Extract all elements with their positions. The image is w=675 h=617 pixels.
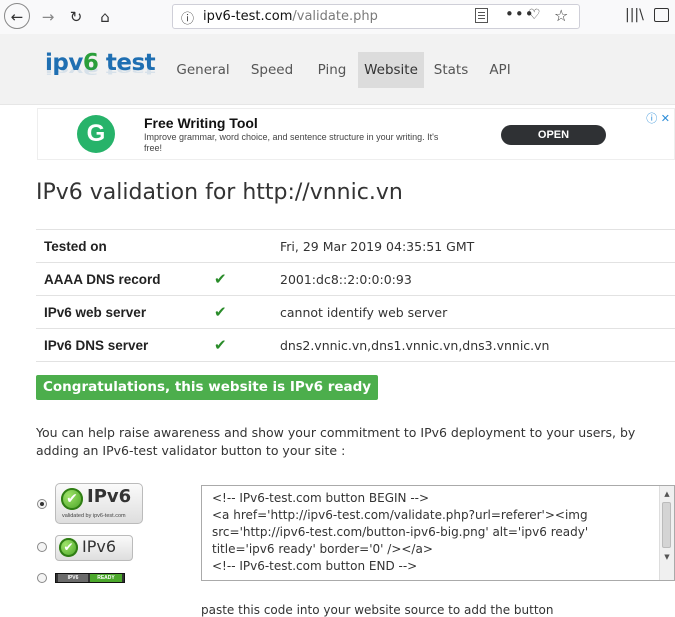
reload-icon[interactable]: ↻ xyxy=(64,5,88,29)
table-row: IPv6 DNS server ✔ dns2.vnnic.vn,dns1.vnn… xyxy=(36,328,675,362)
result-value: dns2.vnnic.vn,dns1.vnnic.vn,dns3.vnnic.v… xyxy=(280,328,675,362)
button-code[interactable]: <!-- IPv6-test.com button BEGIN --> <a h… xyxy=(212,490,652,575)
help-text: You can help raise awareness and show yo… xyxy=(36,425,636,458)
scroll-thumb[interactable] xyxy=(662,502,671,548)
check-icon: ✔ xyxy=(214,295,280,329)
result-label: IPv6 web server xyxy=(36,295,214,329)
result-value: cannot identify web server xyxy=(280,295,675,329)
scroll-up-icon[interactable]: ▲ xyxy=(660,487,674,501)
results-table: Tested on Fri, 29 Mar 2019 04:35:51 GMT … xyxy=(36,229,675,362)
radio-small-button[interactable] xyxy=(37,573,47,583)
scroll-down-icon[interactable]: ▼ xyxy=(660,550,674,564)
ad-choices-icon[interactable]: ⓘ ✕ xyxy=(646,110,670,126)
badge-big-text: IPv6 xyxy=(87,486,132,507)
nav-api[interactable]: API xyxy=(478,52,522,88)
home-icon[interactable]: ⌂ xyxy=(93,5,117,29)
check-icon: ✔ xyxy=(214,262,280,296)
table-row: IPv6 web server ✔ cannot identify web se… xyxy=(36,295,675,329)
pocket-icon[interactable]: ♡ xyxy=(528,7,541,23)
browser-toolbar: ← → ↻ ⌂ ⓘ ipv6-test.com/validate.php •••… xyxy=(0,0,675,35)
badge-big-subtext: validated by ipv6-test.com xyxy=(62,513,126,519)
result-value: Fri, 29 Mar 2019 04:35:51 GMT xyxy=(280,229,675,263)
url-bar[interactable]: ⓘ ipv6-test.com/validate.php ••• ♡ ☆ xyxy=(172,4,580,29)
ipv6-medium-button-preview[interactable]: ✔ IPv6 xyxy=(55,535,133,561)
nav-stats[interactable]: Stats xyxy=(424,52,478,88)
badge-small-left: IPV6 xyxy=(58,574,88,582)
result-value: 2001:dc8::2:0:0:0:93 xyxy=(280,262,675,296)
nav-general[interactable]: General xyxy=(168,52,238,88)
url-text[interactable]: ipv6-test.com/validate.php xyxy=(203,9,378,24)
radio-medium-button[interactable] xyxy=(37,542,47,552)
result-label: AAAA DNS record xyxy=(36,262,214,296)
bookmark-star-icon[interactable]: ☆ xyxy=(554,6,568,25)
library-icon[interactable]: |||\ xyxy=(625,7,644,23)
check-icon: ✔ xyxy=(214,328,280,362)
page-title: IPv6 validation for http://vnnic.vn xyxy=(36,180,403,205)
table-row: Tested on Fri, 29 Mar 2019 04:35:51 GMT xyxy=(36,229,675,263)
nav-ping[interactable]: Ping xyxy=(306,52,358,88)
table-row: AAAA DNS record ✔ 2001:dc8::2:0:0:0:93 xyxy=(36,262,675,296)
check-circle-icon: ✔ xyxy=(59,538,78,557)
ad-open-button[interactable]: OPEN xyxy=(501,125,606,145)
reader-view-icon[interactable] xyxy=(475,8,488,23)
back-icon[interactable]: ← xyxy=(4,3,30,29)
ipv6-big-button-preview[interactable]: ✔ IPv6 validated by ipv6-test.com xyxy=(55,483,143,524)
ad-description: Improve grammar, word choice, and senten… xyxy=(144,132,439,153)
ipv6-small-button-preview[interactable]: IPV6 READY xyxy=(55,573,125,583)
check-icon xyxy=(214,229,280,263)
result-label: IPv6 DNS server xyxy=(36,328,214,362)
info-icon[interactable]: ⓘ xyxy=(181,8,194,27)
check-circle-icon: ✔ xyxy=(61,488,83,510)
paste-hint: paste this code into your website source… xyxy=(201,603,554,617)
ipv6-ready-badge: Congratulations, this website is IPv6 re… xyxy=(36,375,379,400)
nav-website[interactable]: Website xyxy=(358,52,424,88)
radio-big-button[interactable] xyxy=(37,499,47,509)
sidebar-icon[interactable] xyxy=(654,8,669,22)
ad-title[interactable]: Free Writing Tool xyxy=(144,115,258,131)
code-scrollbar[interactable]: ▲ ▼ xyxy=(659,486,674,580)
badge-small-right: READY xyxy=(90,574,122,582)
result-label: Tested on xyxy=(36,229,214,263)
nav-speed[interactable]: Speed xyxy=(238,52,306,88)
logo-reflection: ipv6 test xyxy=(45,64,156,76)
button-code-textarea[interactable]: <!-- IPv6-test.com button BEGIN --> <a h… xyxy=(201,485,675,581)
grammarly-logo: G xyxy=(77,115,115,153)
ad-banner[interactable]: G Free Writing Tool Improve grammar, wor… xyxy=(37,108,675,160)
site-header: ipv6 test ipv6 test General Speed Ping W… xyxy=(0,34,675,105)
forward-icon[interactable]: → xyxy=(36,5,60,29)
badge-mid-text: IPv6 xyxy=(82,537,117,556)
